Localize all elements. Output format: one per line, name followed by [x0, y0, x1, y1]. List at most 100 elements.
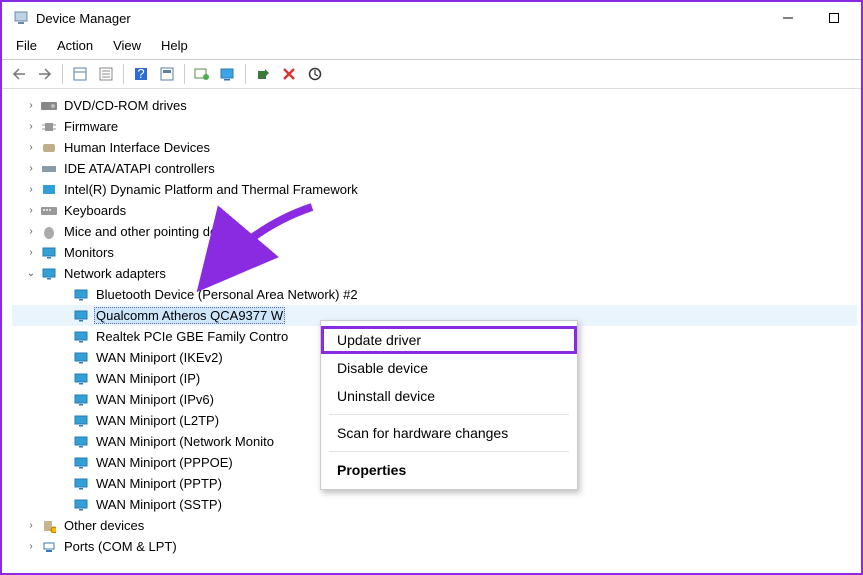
menu-view[interactable]: View: [105, 36, 149, 55]
expand-icon[interactable]: ›: [24, 520, 38, 531]
keyboard-icon: [40, 203, 58, 219]
back-button[interactable]: [8, 63, 30, 85]
network-adapter-icon: [72, 455, 90, 471]
expand-icon[interactable]: ›: [24, 541, 38, 552]
context-scan-hardware[interactable]: Scan for hardware changes: [321, 419, 577, 447]
expand-icon[interactable]: ›: [24, 226, 38, 237]
maximize-button[interactable]: [811, 3, 857, 33]
menu-help[interactable]: Help: [153, 36, 196, 55]
scan-hardware-button[interactable]: [191, 63, 213, 85]
expand-icon[interactable]: ›: [24, 121, 38, 132]
menu-bar: File Action View Help: [2, 34, 861, 60]
tree-item-label: WAN Miniport (PPTP): [94, 476, 224, 491]
minimize-button[interactable]: [765, 3, 811, 33]
network-adapter-icon: [40, 266, 58, 282]
platform-icon: [40, 182, 58, 198]
network-adapter-icon: [72, 287, 90, 303]
hid-icon: [40, 140, 58, 156]
tree-item-label: WAN Miniport (IP): [94, 371, 202, 386]
tree-item-label: WAN Miniport (IKEv2): [94, 350, 225, 365]
port-icon: [40, 539, 58, 555]
context-disable-device[interactable]: Disable device: [321, 354, 577, 382]
tree-item-intel-dptf[interactable]: › Intel(R) Dynamic Platform and Thermal …: [12, 179, 857, 200]
expand-icon[interactable]: ›: [24, 205, 38, 216]
context-separator: [329, 451, 569, 452]
monitor-icon: [40, 245, 58, 261]
network-adapter-icon: [72, 434, 90, 450]
tree-item-label: WAN Miniport (L2TP): [94, 413, 221, 428]
network-adapter-icon: [72, 392, 90, 408]
uninstall-device-button[interactable]: [278, 63, 300, 85]
action-button[interactable]: [156, 63, 178, 85]
context-separator: [329, 414, 569, 415]
tree-item-label: Other devices: [62, 518, 146, 533]
tree-item-label: Bluetooth Device (Personal Area Network)…: [94, 287, 360, 302]
mouse-icon: [40, 224, 58, 240]
tree-item-label: WAN Miniport (SSTP): [94, 497, 224, 512]
tree-item-other-devices[interactable]: › Other devices: [12, 515, 857, 536]
network-adapter-icon: [72, 497, 90, 513]
tree-item-hid[interactable]: › Human Interface Devices: [12, 137, 857, 158]
tree-item-ide[interactable]: › IDE ATA/ATAPI controllers: [12, 158, 857, 179]
properties-button[interactable]: [95, 63, 117, 85]
tree-item-wan-sstp[interactable]: WAN Miniport (SSTP): [12, 494, 857, 515]
tree-item-bluetooth-pan[interactable]: Bluetooth Device (Personal Area Network)…: [12, 284, 857, 305]
update-driver-button[interactable]: [217, 63, 239, 85]
app-icon: [12, 9, 30, 27]
tree-item-label: Intel(R) Dynamic Platform and Thermal Fr…: [62, 182, 360, 197]
svg-text:?: ?: [137, 67, 144, 81]
expand-icon[interactable]: ›: [24, 247, 38, 258]
context-uninstall-device[interactable]: Uninstall device: [321, 382, 577, 410]
tree-item-label: DVD/CD-ROM drives: [62, 98, 189, 113]
tree-item-monitors[interactable]: › Monitors: [12, 242, 857, 263]
tree-item-label: WAN Miniport (PPPOE): [94, 455, 235, 470]
toolbar-separator: [245, 64, 246, 84]
context-update-driver[interactable]: Update driver: [321, 326, 577, 354]
expand-icon[interactable]: ›: [24, 163, 38, 174]
tree-item-label: IDE ATA/ATAPI controllers: [62, 161, 217, 176]
title-bar: Device Manager: [2, 2, 861, 34]
toolbar-separator: [62, 64, 63, 84]
tree-item-dvd[interactable]: › DVD/CD-ROM drives: [12, 95, 857, 116]
menu-action[interactable]: Action: [49, 36, 101, 55]
network-adapter-icon: [72, 308, 90, 324]
expand-icon[interactable]: ›: [24, 100, 38, 111]
tree-item-mice[interactable]: › Mice and other pointing devices: [12, 221, 857, 242]
show-hidden-button[interactable]: [69, 63, 91, 85]
tree-item-label: Ports (COM & LPT): [62, 539, 179, 554]
window-title: Device Manager: [36, 11, 765, 26]
tree-item-keyboards[interactable]: › Keyboards: [12, 200, 857, 221]
forward-button[interactable]: [34, 63, 56, 85]
tree-item-label: Human Interface Devices: [62, 140, 212, 155]
enable-device-button[interactable]: [252, 63, 274, 85]
disc-drive-icon: [40, 98, 58, 114]
tree-item-label: Monitors: [62, 245, 116, 260]
disable-device-button[interactable]: [304, 63, 326, 85]
collapse-icon[interactable]: ⌄: [24, 268, 38, 279]
toolbar-separator: [123, 64, 124, 84]
other-devices-icon: [40, 518, 58, 534]
help-button[interactable]: ?: [130, 63, 152, 85]
context-properties[interactable]: Properties: [321, 456, 577, 484]
menu-file[interactable]: File: [8, 36, 45, 55]
tree-item-label: WAN Miniport (IPv6): [94, 392, 216, 407]
network-adapter-icon: [72, 413, 90, 429]
expand-icon[interactable]: ›: [24, 142, 38, 153]
tree-item-label: Mice and other pointing devices: [62, 224, 249, 239]
network-adapter-icon: [72, 350, 90, 366]
tree-item-label: Realtek PCIe GBE Family Contro: [94, 329, 290, 344]
context-menu: Update driver Disable device Uninstall d…: [320, 320, 578, 490]
tree-item-ports[interactable]: › Ports (COM & LPT): [12, 536, 857, 557]
tree-item-label: Firmware: [62, 119, 120, 134]
chip-icon: [40, 119, 58, 135]
network-adapter-icon: [72, 476, 90, 492]
expand-icon[interactable]: ›: [24, 184, 38, 195]
network-adapter-icon: [72, 329, 90, 345]
tree-item-firmware[interactable]: › Firmware: [12, 116, 857, 137]
ide-icon: [40, 161, 58, 177]
tree-item-label: Network adapters: [62, 266, 168, 281]
tree-item-label: WAN Miniport (Network Monito: [94, 434, 276, 449]
tree-item-network-adapters[interactable]: ⌄ Network adapters: [12, 263, 857, 284]
network-adapter-icon: [72, 371, 90, 387]
toolbar-separator: [184, 64, 185, 84]
